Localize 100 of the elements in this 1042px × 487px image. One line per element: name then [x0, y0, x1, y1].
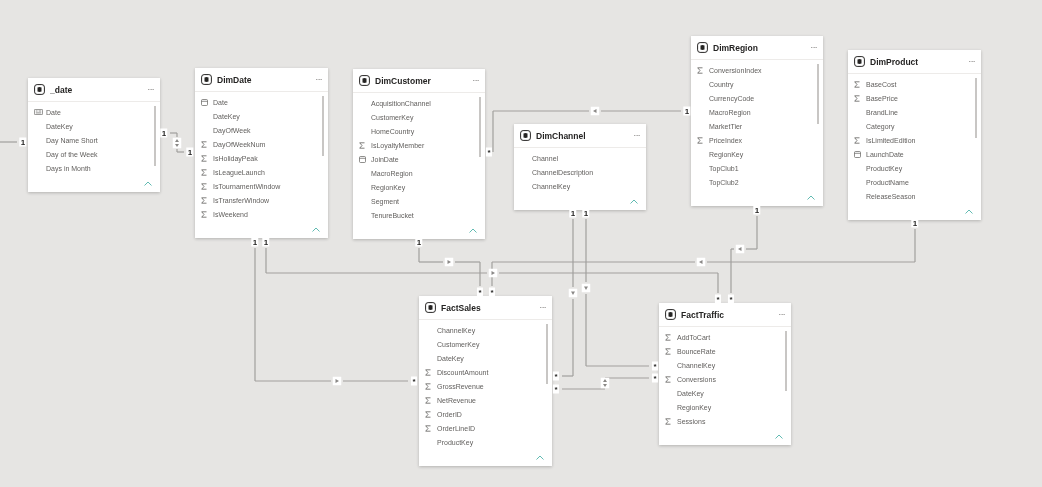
relationship-line[interactable] [730, 248, 735, 250]
cardinality-label: * [714, 294, 722, 304]
hierarchy-icon [34, 109, 43, 115]
cardinality-label: 1 [753, 205, 761, 215]
filter-direction-icon [172, 137, 182, 149]
relationship-line[interactable] [492, 110, 494, 153]
cardinality-label: 1 [683, 106, 691, 116]
relationship-line[interactable] [169, 132, 178, 134]
relationship-line[interactable] [914, 228, 916, 263]
table-icon [854, 56, 865, 67]
cardinality-label: 1 [186, 147, 194, 157]
cardinality-label: 1 [160, 128, 168, 138]
scrollbar[interactable] [785, 331, 787, 391]
filter-direction-icon [568, 288, 578, 298]
cardinality-label: * [552, 384, 560, 394]
scrollbar[interactable] [817, 64, 819, 124]
table-icon [520, 130, 531, 141]
relationship-line[interactable] [479, 261, 481, 287]
scrollbar[interactable] [546, 324, 548, 384]
cardinality-label: 1 [19, 137, 27, 147]
relationship-line[interactable] [176, 148, 178, 153]
cardinality-label: * [488, 287, 496, 297]
table-name: DimDate [217, 74, 253, 85]
sigma-icon [665, 375, 671, 383]
sigma-icon [697, 136, 703, 144]
scrollbar[interactable] [154, 106, 156, 166]
filter-direction-icon [581, 283, 591, 293]
sigma-icon [854, 136, 860, 144]
cardinality-label: 1 [911, 218, 919, 228]
cardinality-label: 1 [262, 237, 270, 247]
relationship-line[interactable] [454, 261, 481, 263]
relationship-line[interactable] [756, 215, 758, 250]
collapse-icon[interactable] [312, 227, 320, 232]
filter-direction-icon [488, 268, 498, 278]
more-options-button[interactable]: ··· [539, 303, 546, 312]
filter-direction-icon [590, 106, 600, 116]
table-name: FactSales [441, 302, 482, 313]
collapse-icon[interactable] [807, 195, 815, 200]
more-options-button[interactable]: ··· [147, 85, 154, 94]
table-icon [697, 42, 708, 53]
relationship-line[interactable] [561, 388, 606, 390]
sigma-icon [665, 417, 671, 425]
calendar-icon [359, 155, 366, 163]
cardinality-label: 1 [582, 208, 590, 218]
relationship-line[interactable] [491, 261, 493, 287]
filter-direction-icon [444, 257, 454, 267]
filter-direction-icon [332, 376, 342, 386]
collapse-icon[interactable] [469, 228, 477, 233]
relationship-line[interactable] [585, 218, 587, 283]
filter-direction-icon [600, 377, 610, 389]
relationship-line[interactable] [418, 247, 420, 263]
relationship-line[interactable] [604, 377, 650, 379]
table-name: FactTraffic [681, 309, 725, 320]
sigma-icon [359, 141, 365, 149]
relationship-line[interactable] [717, 272, 719, 294]
relationship-line[interactable] [572, 218, 574, 288]
table-icon [201, 74, 212, 85]
more-options-button[interactable]: ··· [315, 75, 322, 84]
scrollbar[interactable] [975, 78, 977, 138]
cardinality-label: * [476, 287, 484, 297]
table-name: DimProduct [870, 56, 920, 67]
relationship-line[interactable] [561, 375, 574, 377]
relationship-line[interactable] [0, 141, 18, 143]
cardinality-label: * [651, 361, 659, 371]
collapse-icon[interactable] [536, 455, 544, 460]
collapse-icon[interactable] [144, 181, 152, 186]
sigma-icon [697, 66, 703, 74]
table-icon [425, 302, 436, 313]
cardinality-label: 1 [415, 237, 423, 247]
cardinality-label: * [727, 294, 735, 304]
table-name: _date [50, 84, 74, 95]
relationship-line[interactable] [265, 247, 267, 274]
scrollbar[interactable] [322, 96, 324, 156]
more-options-button[interactable]: ··· [472, 76, 479, 85]
filter-direction-icon [735, 244, 745, 254]
relationship-line[interactable] [745, 248, 758, 250]
collapse-icon[interactable] [775, 434, 783, 439]
cardinality-label: * [485, 147, 493, 157]
more-options-button[interactable]: ··· [633, 131, 640, 140]
relationship-line[interactable] [730, 248, 732, 294]
relationship-line[interactable] [176, 151, 185, 153]
collapse-icon[interactable] [630, 199, 638, 204]
more-options-button[interactable]: ··· [968, 57, 975, 66]
relationship-line[interactable] [176, 132, 178, 138]
more-options-button[interactable]: ··· [810, 43, 817, 52]
relationship-line[interactable] [418, 261, 444, 263]
table-icon [359, 75, 370, 86]
collapse-icon[interactable] [965, 209, 973, 214]
cardinality-label: 1 [569, 208, 577, 218]
calendar-icon [854, 150, 861, 158]
cardinality-label: * [410, 376, 418, 386]
table-icon [34, 84, 45, 95]
table-name: DimCustomer [375, 75, 432, 86]
cardinality-label: * [651, 373, 659, 383]
relationship-line[interactable] [342, 380, 409, 382]
scrollbar[interactable] [479, 97, 481, 157]
table-name: DimChannel [536, 130, 587, 141]
more-options-button[interactable]: ··· [778, 310, 785, 319]
table-name: DimRegion [713, 42, 759, 53]
filter-direction-icon [696, 257, 706, 267]
